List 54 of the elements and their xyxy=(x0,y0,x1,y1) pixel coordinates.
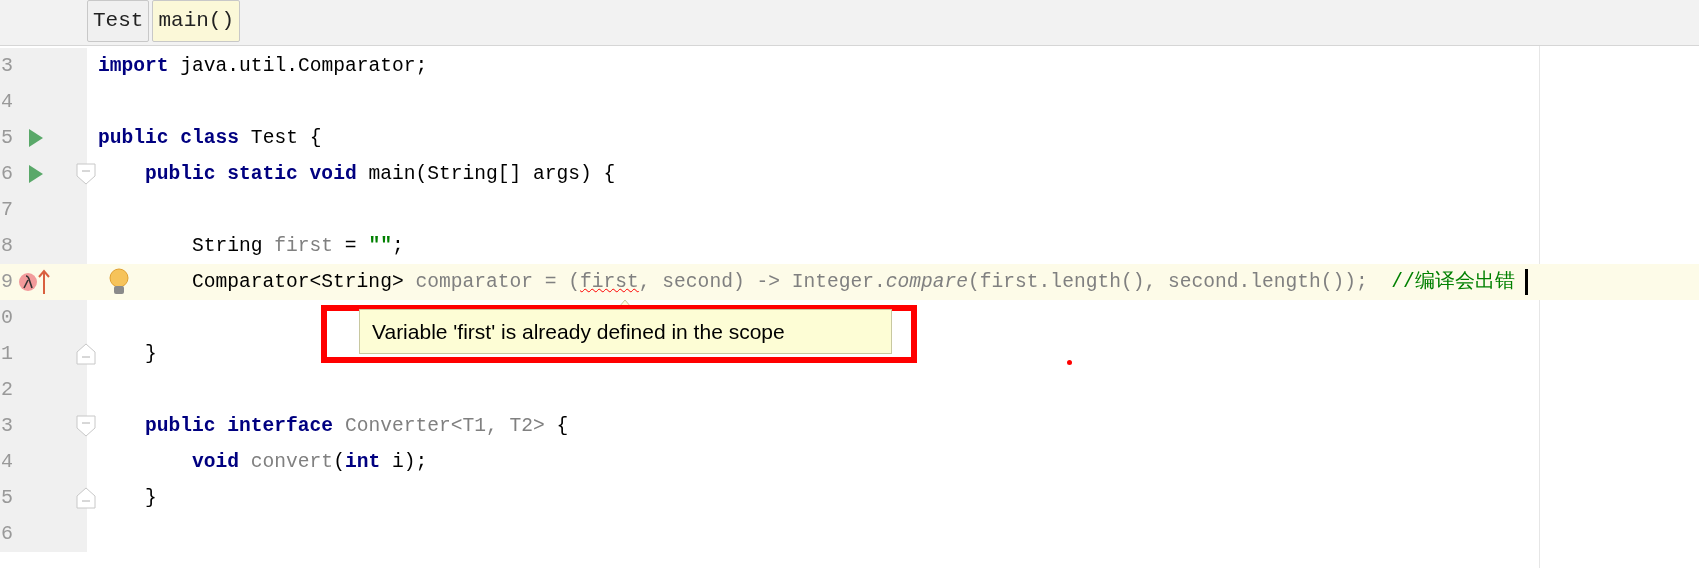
line-number: 7 xyxy=(1,198,13,222)
breadcrumb-tab[interactable]: Test xyxy=(87,0,150,42)
code-token: } xyxy=(145,486,157,511)
code-token: void xyxy=(192,450,240,475)
code-token: } xyxy=(145,342,157,367)
code-token: java.util.Comparator; xyxy=(179,54,428,79)
line-number: 5 xyxy=(1,126,13,150)
up-arrow-icon[interactable] xyxy=(38,269,50,295)
lightbulb-icon[interactable] xyxy=(108,268,130,296)
code-token: main(String[] args) { xyxy=(367,162,616,187)
code-token: ; xyxy=(391,234,404,259)
line-number: 5 xyxy=(1,486,13,510)
line-number: 1 xyxy=(1,342,13,366)
code-token: Test { xyxy=(249,126,322,151)
fold-icon[interactable] xyxy=(76,415,96,437)
breadcrumb-tab[interactable]: main() xyxy=(152,0,241,42)
code-token: import xyxy=(98,54,169,79)
tooltip: Variable 'first' is already defined in the scope xyxy=(359,309,892,354)
code-token: Converter<T1, T2> xyxy=(343,414,545,439)
line-number: 6 xyxy=(1,162,13,186)
code-token: Comparator<String> xyxy=(192,270,405,295)
code-token: = xyxy=(343,234,358,259)
code-token: (first.length(), second.length()); xyxy=(968,270,1368,295)
line-number: 9 xyxy=(1,270,13,294)
line-number: 4 xyxy=(1,450,13,474)
code-token: "" xyxy=(368,234,392,259)
code-token: ( xyxy=(333,450,345,475)
code-token: , second) -> Integer. xyxy=(638,270,886,295)
code-token: compare xyxy=(885,270,969,295)
code-token: { xyxy=(555,414,569,439)
code-token: first xyxy=(580,270,639,295)
code-token: comparator = ( xyxy=(415,270,581,295)
line-number: 2 xyxy=(1,378,13,402)
line-number: 4 xyxy=(1,90,13,114)
code-token: i); xyxy=(390,450,428,475)
fold-icon[interactable] xyxy=(76,163,96,185)
run-icon[interactable] xyxy=(28,128,44,148)
run-icon[interactable] xyxy=(28,164,44,184)
code-token: //编译会出错 xyxy=(1390,269,1515,295)
code-token: public class xyxy=(98,126,240,151)
code-token: convert xyxy=(249,450,334,475)
lambda-icon[interactable] xyxy=(18,272,38,292)
code-token: public static void xyxy=(145,162,357,187)
line-number: 6 xyxy=(1,522,13,546)
code-token: String xyxy=(192,234,264,259)
code-token: int xyxy=(344,450,381,475)
fold-icon[interactable] xyxy=(76,343,96,365)
code-token: first xyxy=(274,234,334,259)
line-number: 3 xyxy=(1,54,13,78)
code-token: public interface xyxy=(145,414,334,439)
line-number: 8 xyxy=(1,234,13,258)
line-number: 3 xyxy=(1,414,13,438)
line-number: 0 xyxy=(1,306,13,330)
fold-icon[interactable] xyxy=(76,487,96,509)
